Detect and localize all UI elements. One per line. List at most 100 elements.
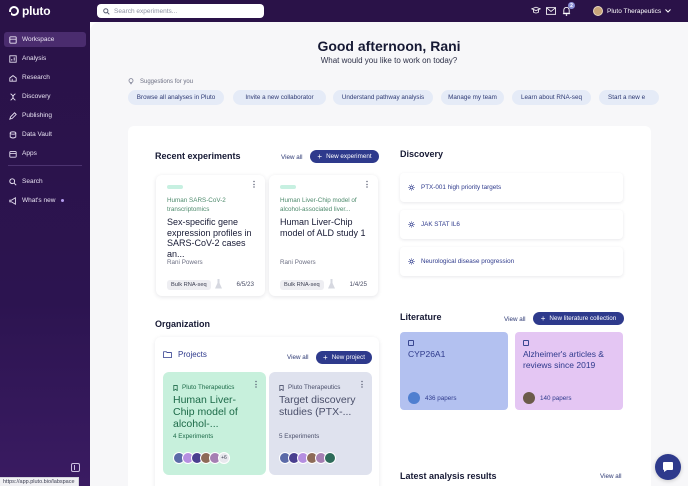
new-project-button[interactable]: + New project: [316, 351, 372, 364]
projects-label: Projects: [178, 350, 207, 359]
pluto-logo-icon: [8, 6, 19, 16]
sidebar-item-label: What's new: [22, 197, 56, 204]
discovery-item[interactable]: JAK STAT IL6: [400, 210, 623, 239]
suggestion-chips: Browse all analyses in Pluto Invite a ne…: [128, 90, 688, 106]
chat-support-button[interactable]: [655, 454, 681, 480]
recent-experiments-title: Recent experiments: [155, 151, 241, 161]
sun-icon: [408, 184, 415, 191]
apps-icon: [9, 150, 17, 158]
app-name: pluto: [22, 4, 51, 18]
sidebar-item-workspace[interactable]: Workspace: [4, 32, 86, 47]
sidebar-divider: [8, 165, 82, 166]
search-bar[interactable]: [97, 4, 264, 18]
graduation-cap-icon[interactable]: [530, 5, 541, 16]
organization-title: Organization: [155, 319, 211, 329]
projects-view-all-link[interactable]: View all: [287, 354, 309, 361]
sidebar-item-research[interactable]: Research: [4, 70, 86, 85]
sidebar-item-publishing[interactable]: Publishing: [4, 108, 86, 123]
workspace-icon: [9, 35, 17, 44]
search-icon: [9, 177, 17, 186]
greeting-title: Good afternoon, Rani: [317, 38, 461, 54]
avatar: [324, 452, 336, 464]
project-title: Human Liver-Chip model of alcohol-...: [173, 394, 238, 430]
more-options-icon[interactable]: ⋮: [252, 381, 260, 389]
org-switcher[interactable]: Pluto Therapeutics: [593, 5, 671, 17]
literature-view-all-link[interactable]: View all: [504, 316, 526, 323]
project-members: +6: [173, 452, 230, 464]
experiment-owner: Rani Powers: [280, 259, 316, 266]
project-members: [279, 452, 336, 464]
more-options-icon[interactable]: ⋮: [358, 381, 366, 389]
notifications-bell-icon[interactable]: 2: [561, 2, 575, 16]
sidebar-item-analysis[interactable]: Analysis: [4, 51, 86, 66]
recent-experiments-view-all-link[interactable]: View all: [281, 154, 303, 161]
sidebar-item-label: Analysis: [22, 55, 47, 62]
latest-analysis-view-all-link[interactable]: View all: [600, 473, 622, 480]
sun-icon: [408, 258, 415, 265]
sidebar-item-search[interactable]: Search: [4, 174, 86, 189]
experiment-category: Human SARS-CoV-2 transcriptomics: [167, 197, 226, 213]
more-options-icon[interactable]: ⋮: [250, 181, 258, 189]
org-name: Pluto Therapeutics: [607, 7, 662, 15]
project-experiment-count: 4 Experiments: [173, 433, 214, 440]
research-icon: [9, 74, 17, 82]
experiment-card[interactable]: ⋮ Human Liver-Chip model of alcohol-asso…: [269, 175, 378, 296]
suggestion-chip[interactable]: Learn about RNA-seq: [512, 90, 591, 105]
sidebar-item-label: Data Vault: [22, 131, 52, 138]
literature-card[interactable]: Alzheimer's articles & reviews since 201…: [515, 332, 623, 410]
sidebar: Workspace Analysis Research Discovery Pu…: [0, 22, 90, 486]
suggestion-chip[interactable]: Understand pathway analysis: [333, 90, 433, 105]
sidebar-item-label: Search: [22, 178, 43, 185]
discovery-item[interactable]: PTX-001 high priority targets: [400, 173, 623, 202]
main-content: Good afternoon, Rani What would you like…: [90, 22, 688, 486]
discovery-item[interactable]: Neurological disease progression: [400, 247, 623, 276]
sidebar-item-apps[interactable]: Apps: [4, 146, 86, 161]
sidebar-item-discovery[interactable]: Discovery: [4, 89, 86, 104]
collapse-sidebar-icon[interactable]: [71, 463, 80, 472]
project-card[interactable]: Pluto Therapeutics ⋮ Human Liver-Chip mo…: [163, 372, 266, 475]
folder-icon: [163, 351, 172, 358]
search-input[interactable]: [114, 7, 254, 15]
flask-icon: [328, 279, 335, 289]
suggestion-chip[interactable]: Manage my team: [441, 90, 504, 105]
link-preview-statusbar: https://app.pluto.bio/labspace: [0, 477, 79, 486]
org-avatar: [593, 6, 603, 16]
project-card[interactable]: Pluto Therapeutics ⋮ Target discovery st…: [269, 372, 372, 475]
new-experiment-button[interactable]: + New experiment: [310, 150, 379, 163]
project-experiment-count: 5 Experiments: [279, 433, 320, 440]
avatar: [523, 392, 535, 404]
suggestion-chip[interactable]: Start a new e: [599, 90, 659, 105]
megaphone-icon: [9, 196, 16, 205]
pluto-logo[interactable]: pluto: [8, 3, 51, 19]
top-bar: pluto 2 Pluto Therapeutics: [0, 0, 688, 22]
experiment-type-tag: Bulk RNA-seq: [280, 280, 324, 290]
experiment-card[interactable]: ⋮ Human SARS-CoV-2 transcriptomics Sex-s…: [156, 175, 265, 296]
literature-title: CYP26A1: [408, 349, 446, 359]
new-literature-collection-button[interactable]: + New literature collection: [533, 312, 624, 325]
experiment-title: Sex-specific gene expression profiles in…: [167, 217, 252, 259]
plus-icon: +: [540, 313, 546, 323]
mail-icon[interactable]: [545, 5, 556, 16]
literature-card[interactable]: CYP26A1 436 papers: [400, 332, 508, 410]
literature-title: Literature: [400, 312, 442, 322]
plus-icon: +: [317, 151, 323, 161]
suggestion-chip[interactable]: Invite a new collaborator: [233, 90, 326, 105]
chevron-down-icon: [665, 9, 671, 13]
bookmark-icon: [173, 384, 178, 391]
sidebar-item-label: Workspace: [22, 36, 55, 43]
suggestion-chip[interactable]: Browse all analyses in Pluto: [128, 90, 224, 105]
experiment-owner: Rani Powers: [167, 259, 203, 266]
experiment-status-bar: [167, 185, 183, 189]
notification-count-badge: 2: [568, 2, 575, 9]
chat-icon: [663, 462, 673, 472]
sidebar-item-data-vault[interactable]: Data Vault: [4, 127, 86, 142]
experiment-category: Human Liver-Chip model of alcohol-associ…: [280, 197, 357, 213]
experiment-status-bar: [280, 185, 296, 189]
avatar: [408, 392, 420, 404]
sidebar-item-whats-new[interactable]: What's new: [4, 193, 86, 208]
more-options-icon[interactable]: ⋮: [363, 181, 371, 189]
collection-icon: [523, 340, 529, 346]
collection-icon: [408, 340, 414, 346]
experiment-title: Human Liver-Chip model of ALD study 1: [280, 217, 366, 238]
lightbulb-icon: [128, 78, 134, 85]
